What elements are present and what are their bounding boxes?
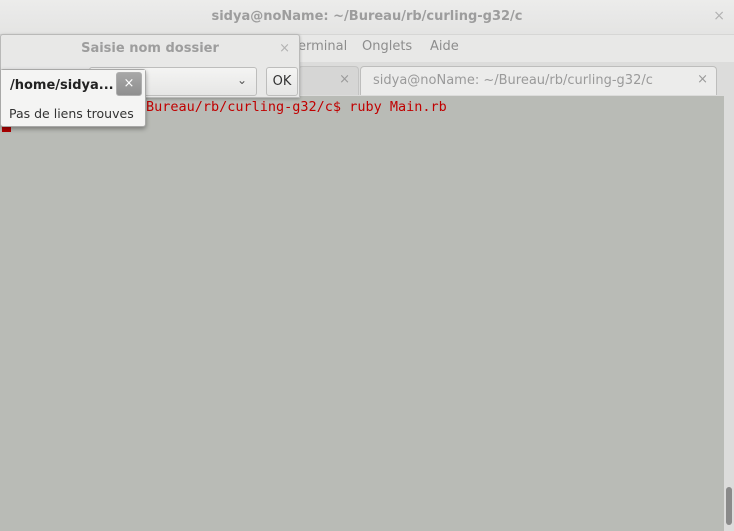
menu-onglets[interactable]: Onglets: [362, 39, 412, 54]
popover-header: /home/sidya... ×: [1, 70, 145, 100]
scrollbar-thumb[interactable]: [726, 487, 732, 525]
ok-button[interactable]: OK: [266, 67, 298, 96]
popover-message: Pas de liens trouves: [9, 106, 134, 121]
terminal-titlebar[interactable]: sidya@noName: ~/Bureau/rb/curling-g32/c …: [0, 0, 734, 35]
tab-active-close-icon[interactable]: ×: [697, 72, 708, 87]
terminal-output[interactable]: Bureau/rb/curling-g32/c$ ruby Main.rb: [0, 96, 724, 531]
tab-background[interactable]: ×: [298, 66, 359, 95]
tab-active[interactable]: sidya@noName: ~/Bureau/rb/curling-g32/c …: [360, 66, 717, 95]
terminal-scrollbar[interactable]: [724, 96, 734, 531]
menu-terminal[interactable]: erminal: [298, 39, 347, 54]
terminal-prompt-line: Bureau/rb/curling-g32/c$ ruby Main.rb: [146, 99, 447, 115]
dialog-close-icon[interactable]: ×: [279, 41, 290, 56]
popover-close-icon[interactable]: ×: [116, 72, 142, 96]
menu-aide[interactable]: Aide: [430, 39, 459, 54]
chevron-down-icon[interactable]: ⌄: [237, 73, 247, 87]
dialog-title: Saisie nom dossier: [81, 41, 219, 56]
tab-background-close-icon[interactable]: ×: [339, 72, 350, 87]
terminal-close-icon[interactable]: ×: [713, 8, 725, 24]
terminal-window-title: sidya@noName: ~/Bureau/rb/curling-g32/c: [211, 9, 523, 24]
tab-active-label: sidya@noName: ~/Bureau/rb/curling-g32/c: [373, 73, 653, 88]
path-popover: /home/sidya... × Pas de liens trouves: [0, 69, 146, 127]
popover-path-label: /home/sidya...: [10, 78, 114, 93]
